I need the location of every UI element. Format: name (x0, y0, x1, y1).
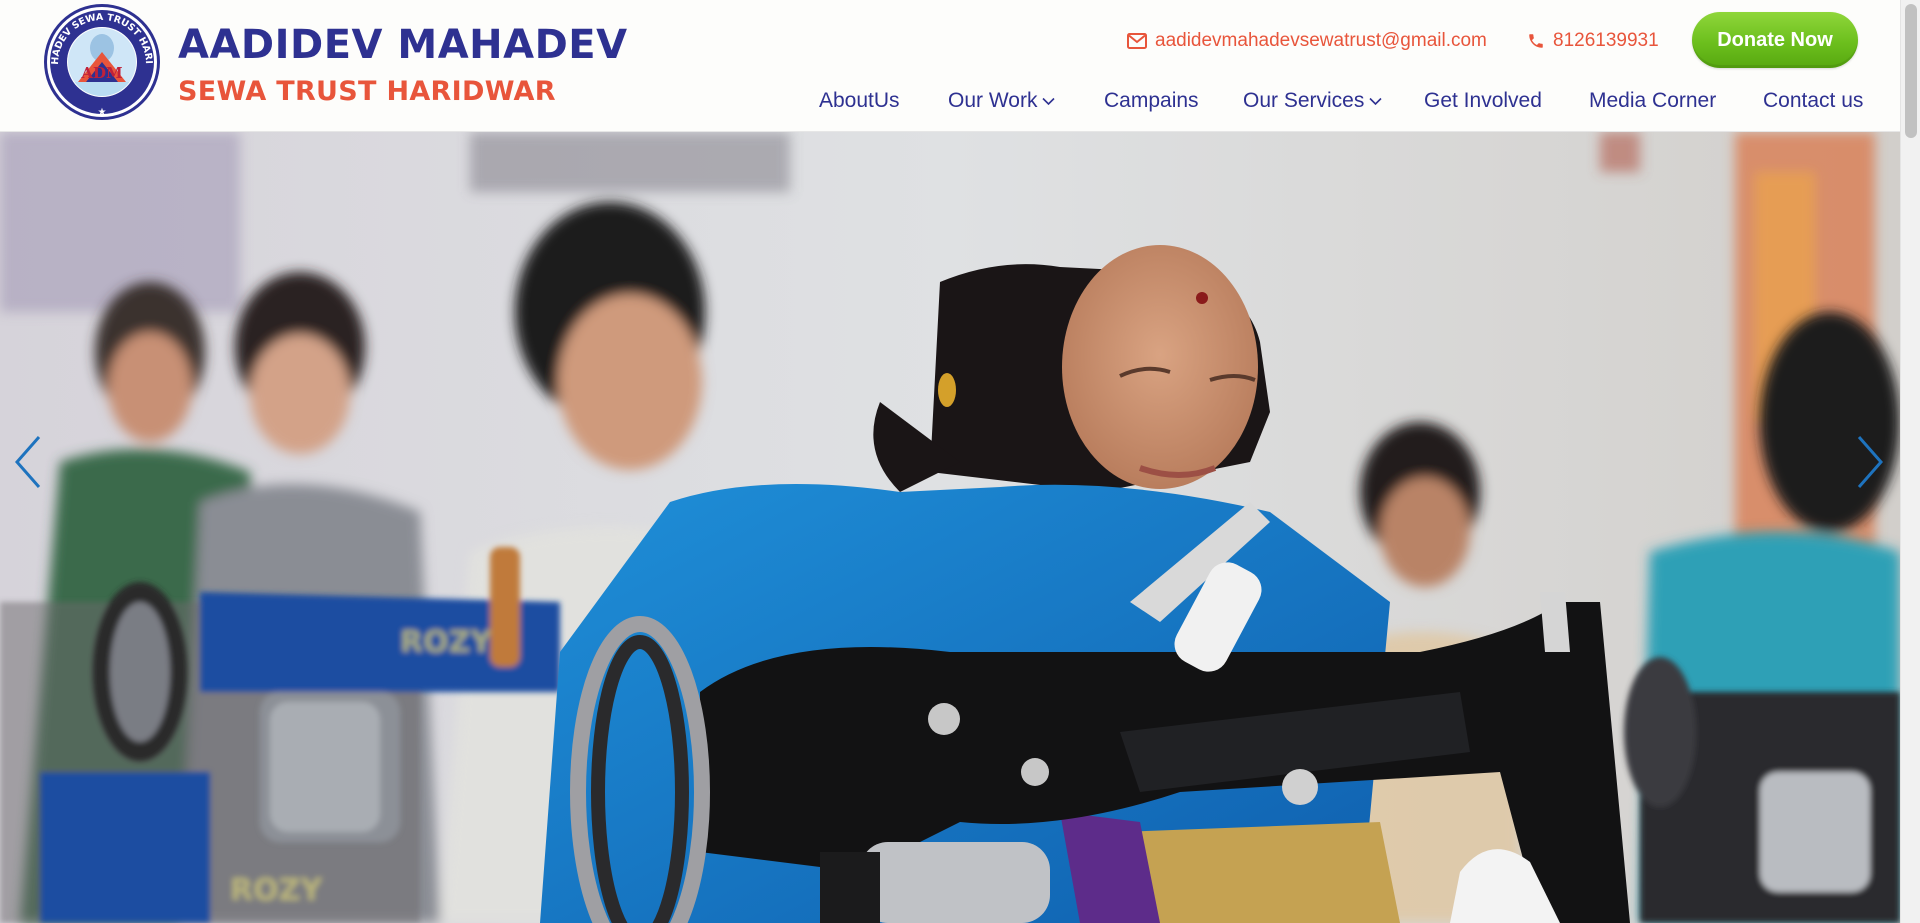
email-link[interactable]: aadidevmahadevsewatrust@gmail.com (1127, 28, 1487, 54)
site-header: ADM AADIDEV MAHADEV SEWA TRUST HARIDWAR … (0, 0, 1900, 132)
chevron-right-icon (1857, 436, 1883, 488)
nav-item-label: AboutUs (819, 89, 900, 112)
nav-item-about-us[interactable]: AboutUs (819, 86, 900, 116)
phone-text: 8126139931 (1553, 30, 1659, 51)
nav-item-contact-us[interactable]: Contact us (1763, 86, 1863, 116)
chevron-left-icon (15, 436, 41, 488)
slider-next-arrow[interactable] (1850, 427, 1890, 497)
donate-now-button[interactable]: Donate Now (1692, 12, 1858, 68)
hero-slide-image: ROZY ROZY (0, 132, 1900, 923)
main-navigation: AboutUs Our Work Campains Our Services G… (0, 86, 1900, 116)
brand-title[interactable]: AADIDEV MAHADEV (178, 22, 628, 68)
svg-text:ROZY: ROZY (230, 873, 323, 908)
svg-text:ROZY: ROZY (400, 625, 493, 660)
nav-item-label: Media Corner (1589, 89, 1717, 112)
nav-item-label: Our Services (1243, 89, 1365, 112)
page-scrollbar[interactable] (1900, 0, 1920, 923)
scrollbar-thumb[interactable] (1905, 4, 1917, 138)
nav-item-campains[interactable]: Campains (1104, 86, 1199, 116)
nav-item-our-services[interactable]: Our Services (1243, 86, 1382, 116)
nav-item-label: Contact us (1763, 89, 1864, 112)
chevron-down-icon (1369, 97, 1382, 105)
nav-item-get-involved[interactable]: Get Involved (1424, 86, 1542, 116)
phone-icon (1529, 34, 1543, 48)
chevron-down-icon (1042, 97, 1056, 105)
nav-item-label: Campains (1104, 89, 1199, 112)
nav-item-our-work[interactable]: Our Work (948, 86, 1056, 116)
slider-prev-arrow[interactable] (8, 427, 48, 497)
nav-item-media-corner[interactable]: Media Corner (1589, 86, 1716, 116)
phone-link[interactable]: 8126139931 (1527, 28, 1659, 54)
email-text: aadidevmahadevsewatrust@gmail.com (1155, 30, 1487, 51)
emblem-initials: ADM (80, 64, 122, 82)
hero-slider: ROZY ROZY (0, 132, 1900, 923)
envelope-icon (1127, 33, 1147, 49)
nav-item-label: Get Involved (1424, 89, 1542, 112)
nav-item-label: Our Work (948, 89, 1038, 112)
